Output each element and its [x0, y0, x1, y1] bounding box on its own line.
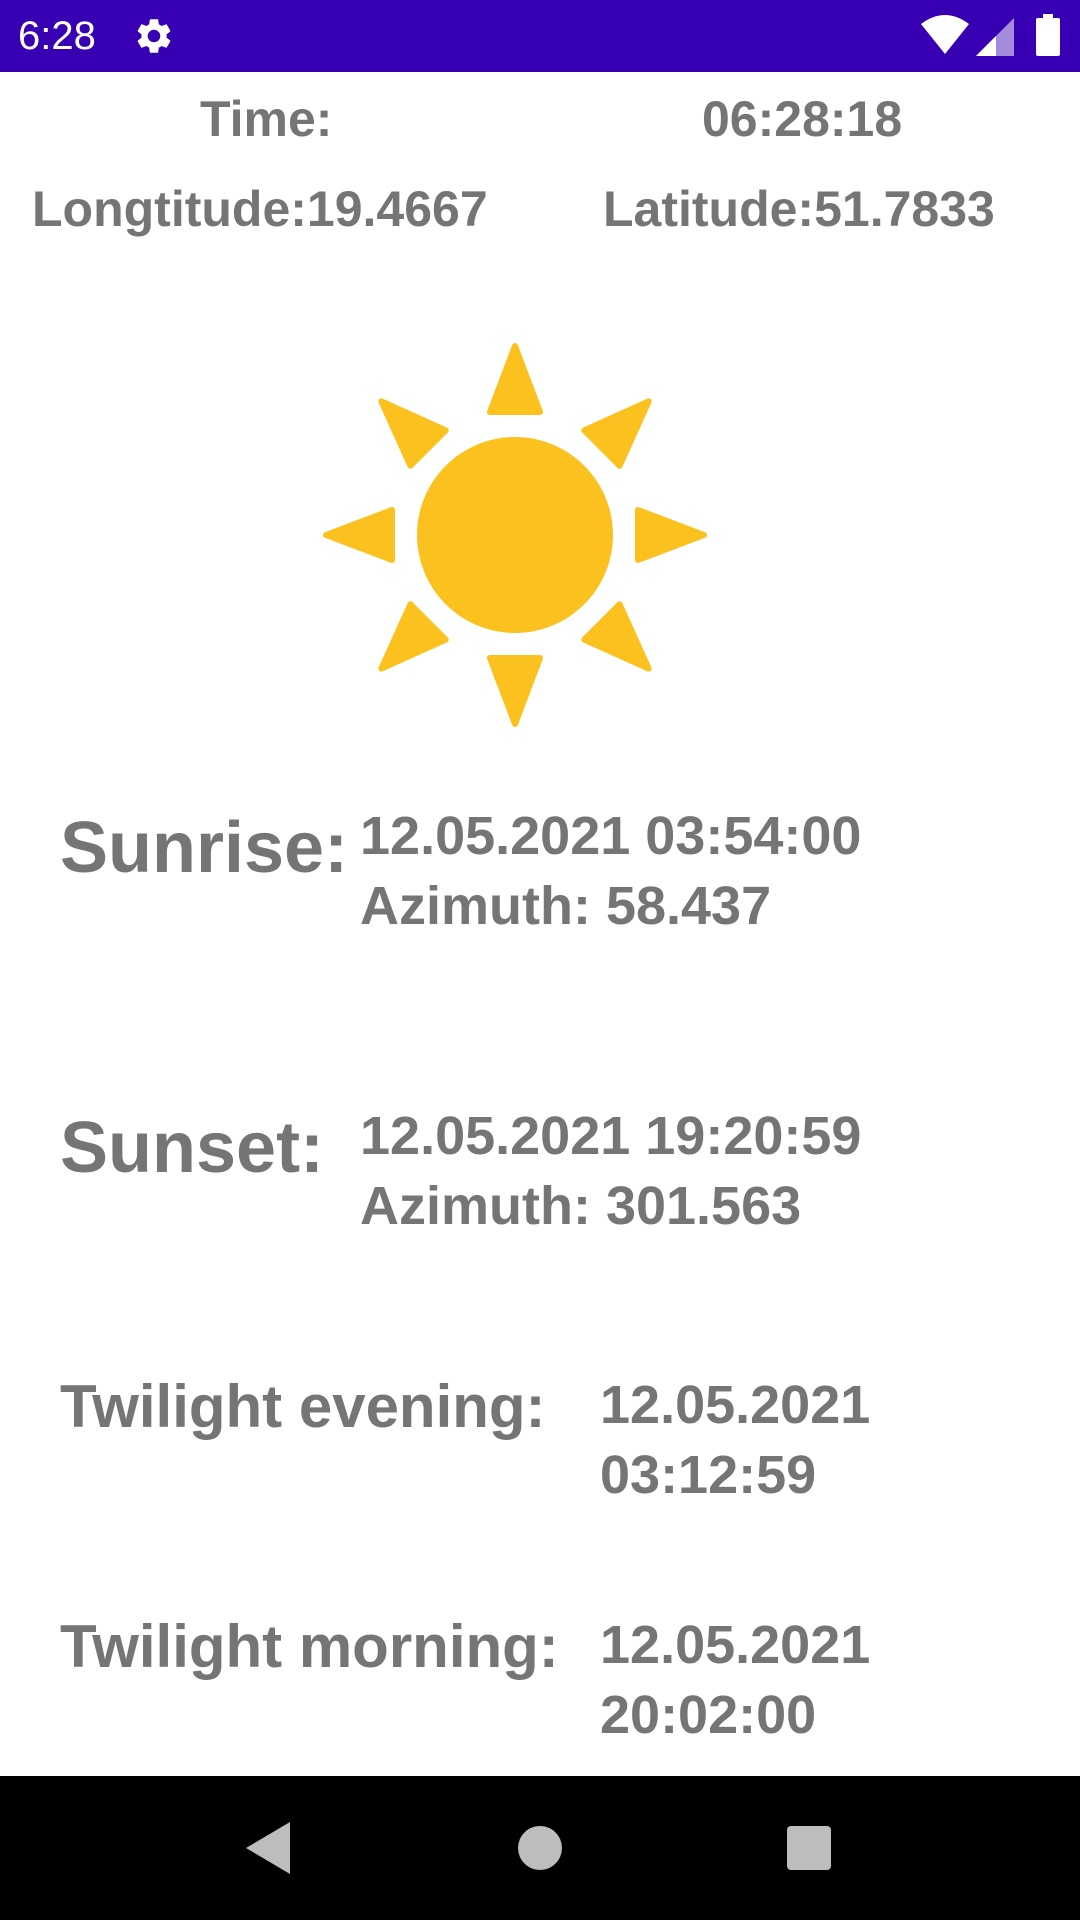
home-icon[interactable]: [504, 1812, 576, 1884]
sunrise-azimuth: Azimuth: 58.437: [360, 876, 772, 936]
status-time: 6:28: [18, 14, 96, 58]
twilight-morning-date: 12.05.2021: [600, 1615, 871, 1675]
twilight-evening-time: 03:12:59: [600, 1445, 817, 1505]
time-label: Time:: [200, 91, 333, 147]
signal-icon: [976, 18, 1014, 56]
navigation-bar: [0, 1776, 1080, 1920]
wifi-icon: [921, 15, 969, 54]
twilight-morning-label: Twilight morning:: [60, 1613, 559, 1680]
twilight-evening-label: Twilight evening:: [60, 1373, 546, 1440]
sun-icon: [320, 343, 710, 730]
sunset-azimuth: Azimuth: 301.563: [360, 1176, 802, 1236]
recents-icon[interactable]: [773, 1812, 845, 1884]
sunset-label: Sunset:: [60, 1108, 325, 1188]
back-icon[interactable]: [232, 1812, 304, 1884]
status-bar: 6:28: [0, 0, 1080, 72]
twilight-evening-date: 12.05.2021: [600, 1375, 871, 1435]
gear-icon: [137, 19, 171, 53]
twilight-morning-time: 20:02:00: [600, 1685, 817, 1745]
battery-icon: [1036, 14, 1060, 56]
latitude-value: Latitude:51.7833: [603, 181, 995, 237]
sunset-datetime: 12.05.2021 19:20:59: [360, 1106, 862, 1166]
longitude-value: Longtitude:19.4667: [32, 181, 488, 237]
sunrise-label: Sunrise:: [60, 808, 349, 888]
current-time: 06:28:18: [702, 91, 903, 147]
sunrise-datetime: 12.05.2021 03:54:00: [360, 806, 862, 866]
